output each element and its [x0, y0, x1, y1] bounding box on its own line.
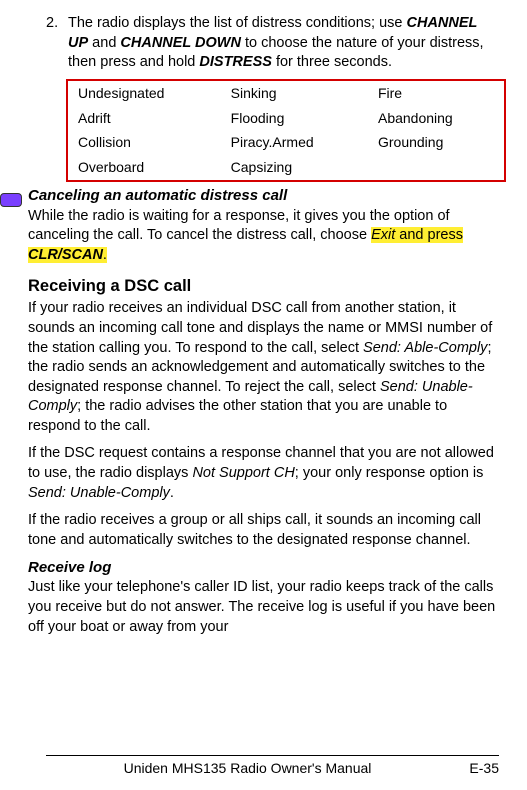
table-row: Overboard Capsizing [67, 155, 505, 181]
cell: Capsizing [221, 155, 368, 181]
cell: Overboard [67, 155, 221, 181]
cell: Piracy.Armed [221, 130, 368, 155]
receive-log-paragraph: Just like your telephone's caller ID lis… [28, 578, 499, 637]
cell: Flooding [221, 106, 368, 131]
page-edge-marker [0, 193, 22, 207]
page-content: 2. The radio displays the list of distre… [0, 0, 527, 637]
canceling-heading: Canceling an automatic distress call [28, 186, 499, 206]
clr-scan-label: CLR/SCAN [28, 247, 103, 263]
table-row: Collision Piracy.Armed Grounding [67, 130, 505, 155]
channel-down-label: CHANNEL DOWN [120, 35, 241, 51]
cell: Fire [368, 80, 505, 106]
cell: Grounding [368, 130, 505, 155]
text: ; your only response option is [295, 465, 484, 481]
text: for three seconds. [272, 54, 392, 70]
cell: Sinking [221, 80, 368, 106]
text: The radio displays the list of distress … [68, 15, 407, 31]
cell: Abandoning [368, 106, 505, 131]
canceling-paragraph: While the radio is waiting for a respons… [28, 207, 499, 266]
receive-log-heading: Receive log [28, 558, 499, 578]
footer-title: Uniden MHS135 Radio Owner's Manual [46, 760, 449, 776]
distress-label: DISTRESS [199, 54, 272, 70]
cell: Adrift [67, 106, 221, 131]
text: ; the radio advises the other station th… [28, 398, 447, 434]
table-row: Undesignated Sinking Fire [67, 80, 505, 106]
text: and press [395, 227, 463, 243]
footer-page-number: E-35 [449, 760, 499, 776]
cell: Collision [67, 130, 221, 155]
table-row: Adrift Flooding Abandoning [67, 106, 505, 131]
step-text: The radio displays the list of distress … [68, 14, 499, 73]
exit-label: Exit [371, 227, 395, 243]
step-number: 2. [46, 14, 68, 73]
send-able-comply-label: Send: Able-Comply [363, 340, 487, 356]
dsc-paragraph-1: If your radio receives an individual DSC… [28, 299, 499, 436]
text: . [103, 247, 107, 263]
cell: Undesignated [67, 80, 221, 106]
step-2: 2. The radio displays the list of distre… [28, 14, 499, 73]
text: . [170, 485, 174, 501]
distress-conditions-table: Undesignated Sinking Fire Adrift Floodin… [66, 79, 506, 183]
dsc-paragraph-2: If the DSC request contains a response c… [28, 444, 499, 503]
receiving-dsc-heading: Receiving a DSC call [28, 275, 499, 297]
dsc-paragraph-3: If the radio receives a group or all shi… [28, 511, 499, 550]
not-support-ch-label: Not Support CH [192, 465, 294, 481]
cell [368, 155, 505, 181]
page-footer: Uniden MHS135 Radio Owner's Manual E-35 [46, 755, 499, 776]
send-unable-comply-label: Send: Unable-Comply [28, 485, 170, 501]
text: and [88, 35, 120, 51]
